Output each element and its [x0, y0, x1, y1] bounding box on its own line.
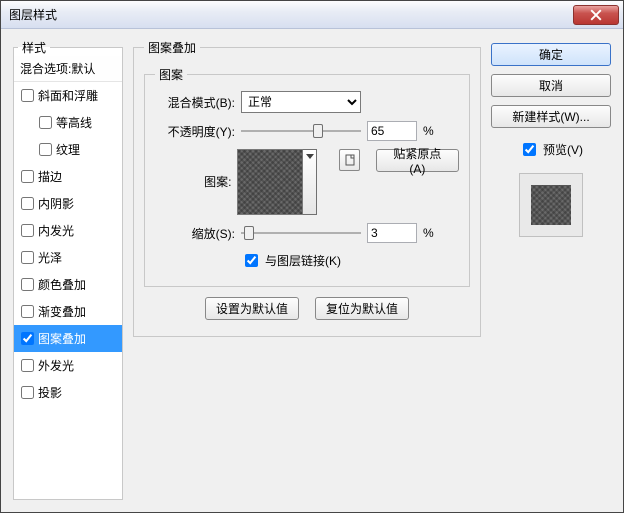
style-item[interactable]: 投影	[14, 379, 122, 406]
percent-label: %	[423, 124, 434, 138]
styles-fieldset: 样式 混合选项:默认 斜面和浮雕等高线纹理描边内阴影内发光光泽颜色叠加渐变叠加图…	[13, 39, 123, 500]
style-checkbox[interactable]	[21, 89, 34, 102]
new-doc-icon	[344, 154, 356, 166]
chevron-down-icon	[306, 154, 314, 160]
pattern-swatch[interactable]	[237, 149, 303, 215]
style-checkbox[interactable]	[21, 251, 34, 264]
opacity-label: 不透明度(Y):	[155, 123, 235, 140]
scale-slider[interactable]	[241, 224, 361, 242]
action-column: 确定 取消 新建样式(W)... 预览(V)	[491, 39, 611, 500]
style-item[interactable]: 内发光	[14, 217, 122, 244]
titlebar: 图层样式	[1, 1, 623, 29]
style-item[interactable]: 图案叠加	[14, 325, 122, 352]
layer-style-dialog: 图层样式 样式 混合选项:默认 斜面和浮雕等高线纹理描边内阴影内发光光泽颜色叠加…	[0, 0, 624, 513]
pattern-overlay-group: 图案叠加 图案 混合模式(B): 正常 不透明度(Y):	[133, 39, 481, 337]
close-icon	[590, 9, 602, 21]
window-title: 图层样式	[1, 6, 57, 23]
blend-options-default[interactable]: 混合选项:默认	[14, 56, 122, 82]
close-button[interactable]	[573, 5, 619, 25]
pattern-subgroup: 图案 混合模式(B): 正常 不透明度(Y): %	[144, 66, 470, 287]
style-item[interactable]: 纹理	[14, 136, 122, 163]
pattern-dropdown[interactable]	[303, 149, 317, 215]
style-checkbox[interactable]	[21, 170, 34, 183]
style-label: 斜面和浮雕	[38, 87, 98, 104]
style-item[interactable]: 光泽	[14, 244, 122, 271]
opacity-row: 不透明度(Y): %	[155, 121, 459, 141]
group-title: 图案叠加	[144, 39, 200, 56]
blend-mode-label: 混合模式(B):	[155, 94, 235, 111]
style-checkbox[interactable]	[21, 197, 34, 210]
pattern-subgroup-legend: 图案	[155, 66, 187, 83]
dialog-body: 样式 混合选项:默认 斜面和浮雕等高线纹理描边内阴影内发光光泽颜色叠加渐变叠加图…	[1, 29, 623, 512]
snap-origin-button[interactable]: 贴紧原点(A)	[376, 149, 459, 172]
link-with-layer-checkbox[interactable]: 与图层链接(K)	[241, 251, 341, 270]
new-pattern-button[interactable]	[339, 149, 360, 171]
style-label: 等高线	[56, 114, 92, 131]
style-item[interactable]: 外发光	[14, 352, 122, 379]
style-item[interactable]: 颜色叠加	[14, 271, 122, 298]
link-label: 与图层链接(K)	[265, 252, 341, 269]
style-label: 渐变叠加	[38, 303, 86, 320]
styles-column: 样式 混合选项:默认 斜面和浮雕等高线纹理描边内阴影内发光光泽颜色叠加渐变叠加图…	[13, 39, 123, 500]
make-default-button[interactable]: 设置为默认值	[205, 297, 299, 320]
styles-legend: 样式	[18, 39, 50, 56]
style-label: 纹理	[56, 141, 80, 158]
style-checkbox[interactable]	[21, 278, 34, 291]
blend-mode-row: 混合模式(B): 正常	[155, 91, 459, 113]
new-style-button[interactable]: 新建样式(W)...	[491, 105, 611, 128]
style-checkbox[interactable]	[21, 359, 34, 372]
style-checkbox[interactable]	[21, 305, 34, 318]
preview-label: 预览(V)	[543, 141, 583, 158]
scale-label: 缩放(S):	[155, 225, 235, 242]
style-label: 外发光	[38, 357, 74, 374]
defaults-row: 设置为默认值 复位为默认值	[144, 297, 470, 320]
style-item[interactable]: 渐变叠加	[14, 298, 122, 325]
style-label: 投影	[38, 384, 62, 401]
reset-default-button[interactable]: 复位为默认值	[315, 297, 409, 320]
style-checkbox[interactable]	[21, 386, 34, 399]
style-item[interactable]: 描边	[14, 163, 122, 190]
preview-box	[519, 173, 583, 237]
style-checkbox[interactable]	[39, 116, 52, 129]
preview-toggle[interactable]: 预览(V)	[491, 140, 611, 159]
preview-checkbox[interactable]	[523, 143, 536, 156]
link-row: 与图层链接(K)	[241, 251, 459, 270]
pattern-row: 图案: 贴紧原点(A)	[155, 149, 459, 215]
style-label: 内阴影	[38, 195, 74, 212]
style-item[interactable]: 斜面和浮雕	[14, 82, 122, 109]
link-checkbox-input[interactable]	[245, 254, 258, 267]
style-item[interactable]: 内阴影	[14, 190, 122, 217]
style-list: 混合选项:默认 斜面和浮雕等高线纹理描边内阴影内发光光泽颜色叠加渐变叠加图案叠加…	[14, 56, 122, 406]
percent-label-2: %	[423, 226, 434, 240]
style-checkbox[interactable]	[39, 143, 52, 156]
style-label: 描边	[38, 168, 62, 185]
ok-button[interactable]: 确定	[491, 43, 611, 66]
style-label: 内发光	[38, 222, 74, 239]
blend-mode-select[interactable]: 正常	[241, 91, 361, 113]
opacity-input[interactable]	[367, 121, 417, 141]
settings-column: 图案叠加 图案 混合模式(B): 正常 不透明度(Y):	[133, 39, 481, 500]
style-checkbox[interactable]	[21, 224, 34, 237]
cancel-button[interactable]: 取消	[491, 74, 611, 97]
style-checkbox[interactable]	[21, 332, 34, 345]
style-label: 图案叠加	[38, 330, 86, 347]
pattern-label: 图案:	[155, 149, 231, 190]
scale-input[interactable]	[367, 223, 417, 243]
opacity-slider[interactable]	[241, 122, 361, 140]
style-item[interactable]: 等高线	[14, 109, 122, 136]
preview-swatch	[531, 185, 571, 225]
scale-row: 缩放(S): %	[155, 223, 459, 243]
style-label: 光泽	[38, 249, 62, 266]
style-label: 颜色叠加	[38, 276, 86, 293]
